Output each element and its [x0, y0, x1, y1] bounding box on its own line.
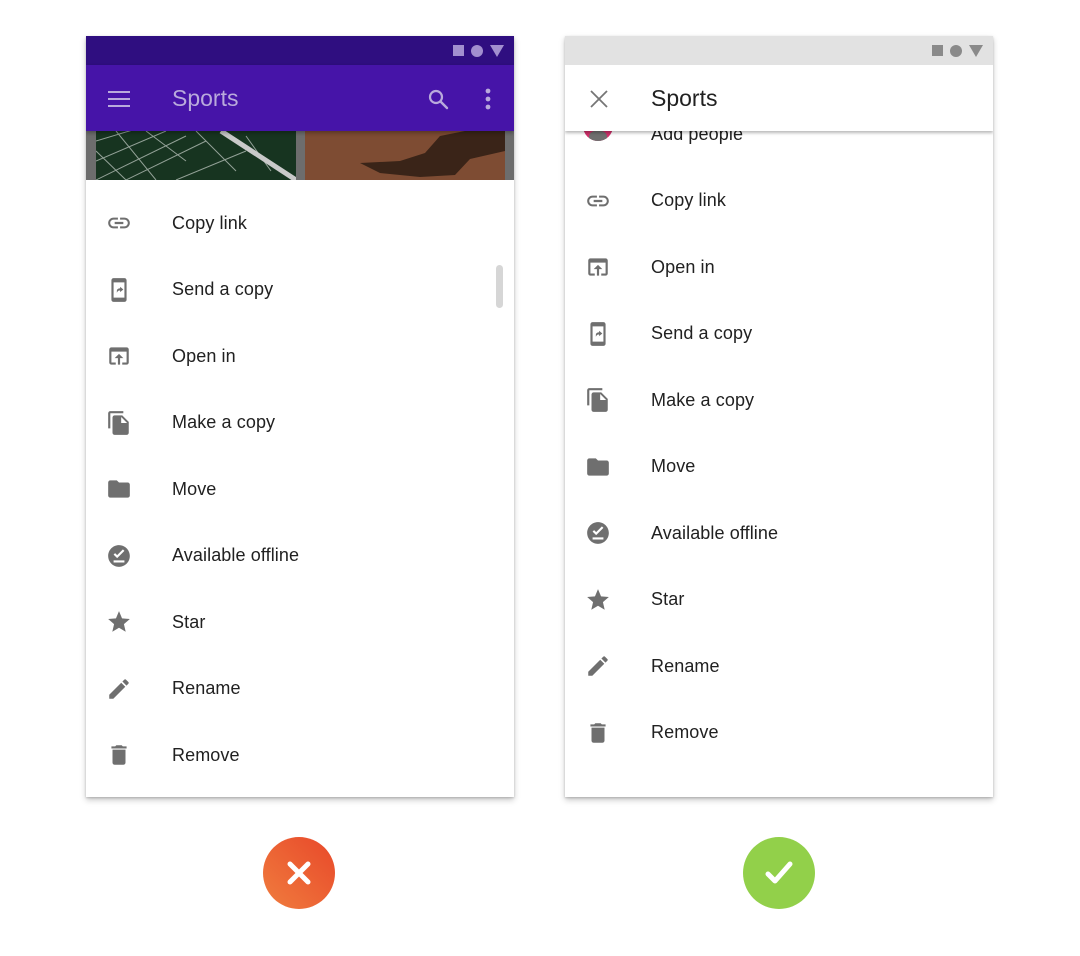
action-label: Move	[172, 478, 217, 499]
action-list: Copy link Send a copy Open in Make a cop…	[86, 190, 514, 789]
action-remove[interactable]: Remove	[86, 722, 514, 789]
app-bar-title: Sports	[651, 85, 718, 111]
action-move[interactable]: Move	[86, 456, 514, 523]
search-icon[interactable]	[426, 87, 450, 111]
star-icon	[585, 587, 611, 613]
file-copy-icon	[585, 387, 611, 413]
check-mark-icon	[765, 861, 793, 884]
open-in-icon	[585, 254, 611, 280]
soccer-net-image	[96, 131, 296, 180]
action-label: Copy link	[172, 212, 247, 233]
action-send-a-copy[interactable]: Send a copy	[565, 301, 993, 368]
triangle-icon	[969, 44, 983, 57]
action-label: Remove	[651, 722, 719, 743]
send-to-phone-icon	[585, 321, 611, 347]
close-icon[interactable]	[587, 87, 611, 111]
star-icon	[106, 609, 132, 635]
app-bar: Sports	[565, 65, 993, 131]
action-list: Add people Copy link Open in Send a copy…	[565, 101, 993, 766]
square-icon	[932, 45, 943, 56]
action-label: Make a copy	[651, 389, 755, 410]
action-star[interactable]: Star	[86, 589, 514, 656]
open-in-icon	[106, 343, 132, 369]
app-bar: Sports	[86, 65, 514, 131]
send-to-phone-icon	[106, 277, 132, 303]
bottom-sheet: Copy link Send a copy Open in Make a cop…	[86, 180, 514, 797]
trash-icon	[106, 742, 132, 768]
action-label: Open in	[172, 345, 236, 366]
action-move[interactable]: Move	[565, 434, 993, 501]
action-make-a-copy[interactable]: Make a copy	[565, 367, 993, 434]
action-label: Star	[172, 611, 206, 632]
action-open-in[interactable]: Open in	[86, 323, 514, 390]
offline-pin-icon	[585, 520, 611, 546]
action-send-a-copy[interactable]: Send a copy	[86, 257, 514, 324]
circle-icon	[950, 44, 962, 57]
action-label: Send a copy	[172, 279, 274, 300]
clay-court-shadow-image	[305, 131, 505, 180]
trash-icon	[585, 720, 611, 746]
image-grid	[86, 131, 514, 180]
full-screen-sheet: Add people Copy link Open in Send a copy…	[565, 111, 993, 797]
link-icon	[106, 210, 132, 236]
action-label: Remove	[172, 744, 240, 765]
action-available-offline[interactable]: Available offline	[86, 523, 514, 590]
action-label: Open in	[651, 256, 715, 277]
action-label: Send a copy	[651, 323, 753, 344]
x-mark-icon	[287, 861, 311, 885]
action-copy-link[interactable]: Copy link	[86, 190, 514, 257]
circle-icon	[471, 44, 483, 57]
app-bar-title: Sports	[172, 85, 239, 111]
scrollbar-thumb[interactable]	[496, 265, 503, 308]
action-label: Make a copy	[172, 412, 276, 433]
good-example-phone: Sports Add people Copy link Open in Send…	[565, 36, 993, 797]
action-label: Available offline	[172, 545, 300, 566]
action-label: Move	[651, 456, 696, 477]
folder-icon	[585, 454, 611, 480]
incorrect-badge	[263, 837, 335, 909]
action-available-offline[interactable]: Available offline	[565, 500, 993, 567]
triangle-icon	[490, 44, 504, 57]
action-rename[interactable]: Rename	[86, 656, 514, 723]
action-star[interactable]: Star	[565, 567, 993, 634]
action-label: Star	[651, 589, 685, 610]
pencil-icon	[585, 653, 611, 679]
status-bar	[86, 36, 514, 65]
action-label: Rename	[172, 678, 241, 699]
action-remove[interactable]: Remove	[565, 700, 993, 767]
action-make-a-copy[interactable]: Make a copy	[86, 390, 514, 457]
square-icon	[453, 45, 464, 56]
bad-example-phone: Sports Copy link Send a copy Open in Mak…	[86, 36, 514, 797]
pencil-icon	[106, 676, 132, 702]
action-open-in[interactable]: Open in	[565, 234, 993, 301]
correct-badge	[743, 837, 815, 909]
more-vert-icon[interactable]	[478, 87, 498, 111]
file-copy-icon	[106, 410, 132, 436]
status-bar	[565, 36, 993, 65]
action-label: Available offline	[651, 522, 779, 543]
action-copy-link[interactable]: Copy link	[565, 168, 993, 235]
action-label: Rename	[651, 655, 720, 676]
folder-icon	[106, 476, 132, 502]
offline-pin-icon	[106, 543, 132, 569]
menu-icon[interactable]	[108, 91, 130, 107]
action-rename[interactable]: Rename	[565, 633, 993, 700]
link-icon	[585, 188, 611, 214]
action-label: Copy link	[651, 190, 726, 211]
